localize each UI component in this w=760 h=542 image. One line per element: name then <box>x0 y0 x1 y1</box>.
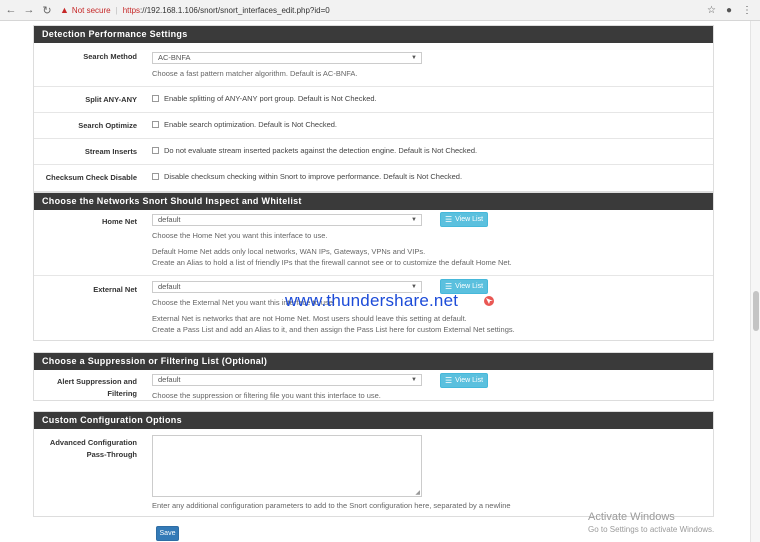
button-label: View List <box>455 283 484 290</box>
label-line-2: Filtering <box>107 389 137 398</box>
search-optimize-checkbox[interactable] <box>152 121 159 128</box>
checksum-row: Checksum Check Disable Disable checksum … <box>34 165 713 191</box>
split-any-text: Enable splitting of ANY-ANY port group. … <box>164 94 377 103</box>
url-scheme: https <box>122 5 141 15</box>
activate-title: Activate Windows <box>588 511 675 523</box>
alert-suppression-row: Alert Suppression and Filtering default … <box>34 370 713 400</box>
home-net-label: Home Net <box>101 217 137 226</box>
scrollbar-thumb[interactable] <box>753 291 759 331</box>
stream-inserts-checkbox[interactable] <box>152 147 159 154</box>
panel-title: Choose a Suppression or Filtering List (… <box>34 353 713 370</box>
browser-actions: ☆ ● ⋮ <box>707 5 752 16</box>
search-optimize-row: Search Optimize Enable search optimizati… <box>34 113 713 139</box>
label-line-2: Pass-Through <box>86 450 137 459</box>
browser-toolbar: ← → ↻ ▲ Not secure | https://192.168.1.1… <box>0 0 760 21</box>
search-optimize-label: Search Optimize <box>78 121 137 130</box>
split-any-label: Split ANY-ANY <box>85 95 137 104</box>
save-button[interactable]: Save <box>156 526 179 541</box>
cursor-hand-icon <box>484 296 494 306</box>
url-separator: | <box>115 5 118 15</box>
scrollbar[interactable] <box>750 21 760 542</box>
list-icon: ☰ <box>445 215 453 224</box>
button-label: View List <box>455 377 484 384</box>
reload-icon[interactable]: ↻ <box>40 3 54 17</box>
home-net-help-3: Create an Alias to hold a list of friend… <box>152 258 512 267</box>
home-net-help-1: Choose the Home Net you want this interf… <box>152 231 328 240</box>
external-net-help-3: Create a Pass List and add an Alias to i… <box>152 325 515 334</box>
label-line-1: Advanced Configuration <box>49 438 137 447</box>
networks-panel: Choose the Networks Snort Should Inspect… <box>33 192 714 341</box>
custom-config-panel: Custom Configuration Options Advanced Co… <box>33 411 714 517</box>
page-content: Detection Performance Settings Search Me… <box>0 21 750 542</box>
select-value: default <box>158 215 181 224</box>
list-icon: ☰ <box>445 376 453 385</box>
advanced-config-help: Enter any additional configuration param… <box>152 501 511 510</box>
split-any-checkbox[interactable] <box>152 95 159 102</box>
chevron-down-icon: ▼ <box>411 217 417 223</box>
search-method-help: Choose a fast pattern matcher algorithm.… <box>152 69 358 78</box>
alert-suppression-select[interactable]: default ▼ <box>152 374 422 386</box>
search-method-select[interactable]: AC-BNFA ▼ <box>152 52 422 64</box>
forward-arrow-icon[interactable]: → <box>22 3 36 17</box>
alert-suppression-help: Choose the suppression or filtering file… <box>152 391 381 400</box>
advanced-config-textarea[interactable]: ◢ <box>152 435 422 497</box>
back-arrow-icon[interactable]: ← <box>4 3 18 17</box>
detection-performance-panel: Detection Performance Settings Search Me… <box>33 25 714 192</box>
panel-title: Custom Configuration Options <box>34 412 713 429</box>
external-net-help-2: External Net is networks that are not Ho… <box>152 314 467 323</box>
resize-grip-icon[interactable]: ◢ <box>415 489 420 496</box>
watermark-text: www.thundershare.net <box>285 291 459 310</box>
split-any-row: Split ANY-ANY Enable splitting of ANY-AN… <box>34 87 713 113</box>
search-method-row: Search Method AC-BNFA ▼ Choose a fast pa… <box>34 43 713 87</box>
panel-title: Choose the Networks Snort Should Inspect… <box>34 193 713 210</box>
advanced-config-row: Advanced Configuration Pass-Through ◢ En… <box>34 429 713 517</box>
select-value: default <box>158 282 181 291</box>
url-path: ://192.168.1.106/snort/snort_interfaces_… <box>140 5 330 15</box>
checksum-checkbox[interactable] <box>152 173 159 180</box>
activate-subtitle: Go to Settings to activate Windows. <box>588 525 715 534</box>
alert-suppression-view-list-button[interactable]: ☰ View List <box>440 373 489 388</box>
home-net-row: Home Net default ▼ Choose the Home Net y… <box>34 210 713 276</box>
not-secure-label[interactable]: Not secure <box>72 6 111 15</box>
checksum-label: Checksum Check Disable <box>45 173 137 182</box>
checksum-text: Disable checksum checking within Snort t… <box>164 172 463 181</box>
address-bar[interactable]: https://192.168.1.106/snort/snort_interf… <box>123 6 330 15</box>
stream-inserts-row: Stream Inserts Do not evaluate stream in… <box>34 139 713 165</box>
suppression-panel: Choose a Suppression or Filtering List (… <box>33 352 714 401</box>
menu-dots-icon[interactable]: ⋮ <box>742 5 752 16</box>
select-value: default <box>158 375 181 384</box>
stream-inserts-label: Stream Inserts <box>84 147 137 156</box>
chevron-down-icon: ▼ <box>411 55 417 61</box>
chevron-down-icon: ▼ <box>411 377 417 383</box>
search-optimize-text: Enable search optimization. Default is N… <box>164 120 338 129</box>
stream-inserts-text: Do not evaluate stream inserted packets … <box>164 146 478 155</box>
account-icon[interactable]: ● <box>726 5 732 16</box>
home-net-view-list-button[interactable]: ☰ View List <box>440 212 489 227</box>
external-net-label: External Net <box>93 285 137 294</box>
select-value: AC-BNFA <box>158 53 191 62</box>
label-line-1: Alert Suppression and <box>56 377 137 386</box>
star-icon[interactable]: ☆ <box>707 5 716 16</box>
activate-windows-notice: Activate Windows Go to Settings to activ… <box>588 511 714 534</box>
home-net-select[interactable]: default ▼ <box>152 214 422 226</box>
warning-icon: ▲ <box>60 5 69 15</box>
button-label: View List <box>455 216 484 223</box>
search-method-label: Search Method <box>83 52 137 61</box>
alert-suppression-label: Alert Suppression and Filtering <box>34 376 137 400</box>
advanced-config-label: Advanced Configuration Pass-Through <box>34 437 137 461</box>
home-net-help-2: Default Home Net adds only local network… <box>152 247 426 256</box>
panel-title: Detection Performance Settings <box>34 26 713 43</box>
